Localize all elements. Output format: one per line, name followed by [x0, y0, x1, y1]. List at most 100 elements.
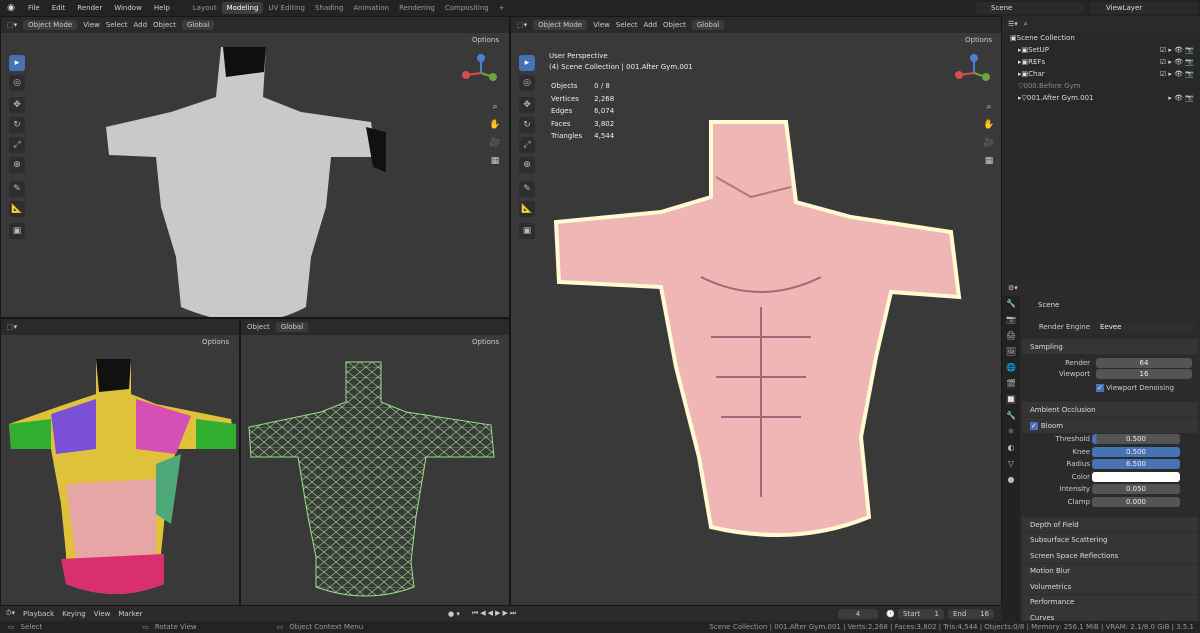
section-collapsed[interactable]: Motion Blur	[1022, 563, 1198, 579]
section-sampling[interactable]: Sampling	[1022, 339, 1198, 354]
tab-modeling[interactable]: Modeling	[221, 2, 264, 14]
current-frame-field[interactable]: 4	[838, 608, 878, 619]
start-frame-field[interactable]: Start 1	[898, 608, 944, 619]
outliner-item[interactable]: ▸▣ Char ☑ ▸ 👁 📷	[1002, 68, 1200, 80]
measure-tool-icon[interactable]: 📐	[9, 201, 25, 217]
outliner-scene-collection[interactable]: ▣ Scene Collection	[1002, 32, 1200, 44]
marker-menu[interactable]: Marker	[118, 610, 142, 618]
keying-menu[interactable]: Keying	[62, 610, 86, 618]
viewport-top-left[interactable]: ⬚▾ Object Mode View Select Add Object Gl…	[0, 16, 510, 318]
clock-icon[interactable]: 🕐	[886, 610, 895, 618]
viewport-bottom-left[interactable]: ⬚▾ Options	[0, 318, 240, 606]
menu-file[interactable]: File	[22, 4, 46, 12]
editor-type-icon[interactable]: ☰▾	[1008, 20, 1018, 28]
visibility-eye-icon[interactable]: ▸ 👁 📷	[1168, 94, 1194, 102]
transform-orientation-dropdown[interactable]: Global	[691, 20, 725, 30]
select-tool-icon[interactable]: ▸	[9, 55, 25, 71]
section-collapsed[interactable]: Performance	[1022, 594, 1198, 610]
viewport-bottom-middle[interactable]: Object Global Options	[240, 318, 510, 606]
pan-hand-icon[interactable]: ✋	[487, 117, 503, 133]
filter-icon[interactable]: ⌕	[1024, 20, 1028, 29]
camera-view-icon[interactable]: 🎥	[487, 135, 503, 151]
add-cube-tool-icon[interactable]: ▣	[519, 223, 535, 239]
menu-window[interactable]: Window	[108, 4, 148, 12]
end-frame-field[interactable]: End 16	[948, 608, 994, 619]
measure-tool-icon[interactable]: 📐	[519, 201, 535, 217]
view-layer-selector[interactable]: ViewLayer	[1090, 2, 1198, 14]
visibility-eye-icon[interactable]: ☑ ▸ 👁 📷	[1160, 58, 1194, 66]
section-collapsed[interactable]: Volumetrics	[1022, 579, 1198, 594]
playback-controls-icon[interactable]: ⏮◀◀▶▶⏭	[472, 609, 518, 618]
select-menu[interactable]: Select	[106, 21, 128, 29]
bloom-field-value[interactable]: 0.500	[1092, 434, 1180, 444]
section-bloom[interactable]: ✓ Bloom	[1022, 418, 1198, 433]
record-icon[interactable]: ● ▾	[448, 610, 460, 618]
viewport-main[interactable]: ⬚▾ Object Mode View Select Add Object Gl…	[510, 16, 1002, 606]
annotate-tool-icon[interactable]: ✎	[9, 181, 25, 197]
menu-edit[interactable]: Edit	[46, 4, 72, 12]
transform-orientation-dropdown[interactable]: Global	[181, 20, 215, 30]
object-menu[interactable]: Object	[663, 21, 686, 29]
outliner-item[interactable]: ▸▽ 001.After Gym.001 ▸ 👁 📷	[1002, 92, 1200, 104]
tab-compositing[interactable]: Compositing	[440, 2, 494, 14]
mode-dropdown[interactable]: Object Mode	[533, 20, 588, 30]
rotate-tool-icon[interactable]: ↻	[9, 117, 25, 133]
select-menu[interactable]: Select	[616, 21, 638, 29]
bloom-field-value[interactable]: 6.500	[1092, 459, 1180, 469]
section-collapsed[interactable]: Subsurface Scattering	[1022, 532, 1198, 548]
select-tool-icon[interactable]: ▸	[519, 55, 535, 71]
visibility-eye-icon[interactable]: ☑ ▸ 👁 📷	[1160, 46, 1194, 54]
add-menu[interactable]: Add	[643, 21, 657, 29]
scale-tool-icon[interactable]: ⤢	[519, 137, 535, 153]
perspective-toggle-icon[interactable]: ▦	[981, 153, 997, 169]
camera-view-icon[interactable]: 🎥	[981, 135, 997, 151]
scale-tool-icon[interactable]: ⤢	[9, 137, 25, 153]
view-menu[interactable]: View	[83, 21, 100, 29]
playback-menu[interactable]: Playback	[23, 610, 54, 618]
add-menu[interactable]: Add	[133, 21, 147, 29]
section-collapsed[interactable]: Screen Space Reflections	[1022, 548, 1198, 563]
viewport-denoising-checkbox[interactable]: ✓ Viewport Denoising	[1096, 384, 1174, 392]
axis-gizmo-icon[interactable]	[456, 53, 506, 93]
editor-type-icon[interactable]: ⚙▾	[1008, 284, 1018, 292]
editor-type-icon[interactable]: ⬚▾	[517, 21, 527, 29]
cursor-tool-icon[interactable]: ◎	[519, 75, 535, 91]
zoom-icon[interactable]: ⌕	[487, 99, 503, 115]
render-engine-dropdown[interactable]: Eevee	[1096, 322, 1196, 332]
options-button-main[interactable]: Options	[960, 35, 998, 45]
transform-tool-icon[interactable]: ⊕	[9, 157, 25, 173]
rotate-tool-icon[interactable]: ↻	[519, 117, 535, 133]
add-cube-tool-icon[interactable]: ▣	[9, 223, 25, 239]
section-collapsed[interactable]: Depth of Field	[1022, 517, 1198, 532]
tab-shading[interactable]: Shading	[310, 2, 348, 14]
bloom-field-value[interactable]: 0.050	[1092, 484, 1180, 494]
viewport-samples-field[interactable]: 16	[1096, 369, 1192, 379]
bloom-field-value[interactable]: 0.000	[1092, 496, 1180, 507]
menu-render[interactable]: Render	[71, 4, 108, 12]
outliner-item[interactable]: ▽ 000.Before Gym	[1002, 80, 1200, 92]
annotate-tool-icon[interactable]: ✎	[519, 181, 535, 197]
blender-logo-icon[interactable]: ◉	[0, 3, 22, 13]
axis-gizmo-icon[interactable]	[949, 53, 999, 93]
visibility-eye-icon[interactable]: ☑ ▸ 👁 📷	[1160, 70, 1194, 78]
object-menu[interactable]: Object	[153, 21, 176, 29]
tab-uv-editing[interactable]: UV Editing	[263, 2, 310, 14]
options-button-small[interactable]: Options	[197, 337, 235, 347]
render-samples-field[interactable]: 64	[1096, 358, 1192, 368]
perspective-toggle-icon[interactable]: ▦	[487, 153, 503, 169]
tab-layout[interactable]: Layout	[188, 2, 222, 14]
bloom-field-value[interactable]: 0.500	[1092, 446, 1180, 457]
mode-dropdown[interactable]: Object Mode	[23, 20, 78, 30]
options-button[interactable]: Options	[467, 35, 505, 45]
transform-tool-icon[interactable]: ⊕	[519, 157, 535, 173]
section-ambient-occlusion[interactable]: Ambient Occlusion	[1022, 402, 1198, 417]
editor-type-icon[interactable]: ⬚▾	[7, 323, 17, 331]
menu-help[interactable]: Help	[148, 4, 176, 12]
tab-rendering[interactable]: Rendering	[394, 2, 440, 14]
scene-selector[interactable]: Scene	[975, 2, 1085, 14]
outliner-item[interactable]: ▸▣ SetUP ☑ ▸ 👁 📷	[1002, 44, 1200, 56]
view-menu[interactable]: View	[593, 21, 610, 29]
transform-orientation-dropdown[interactable]: Global	[275, 322, 309, 332]
timeline-editor-icon[interactable]: ⏱▾	[6, 609, 15, 618]
move-tool-icon[interactable]: ✥	[519, 97, 535, 113]
